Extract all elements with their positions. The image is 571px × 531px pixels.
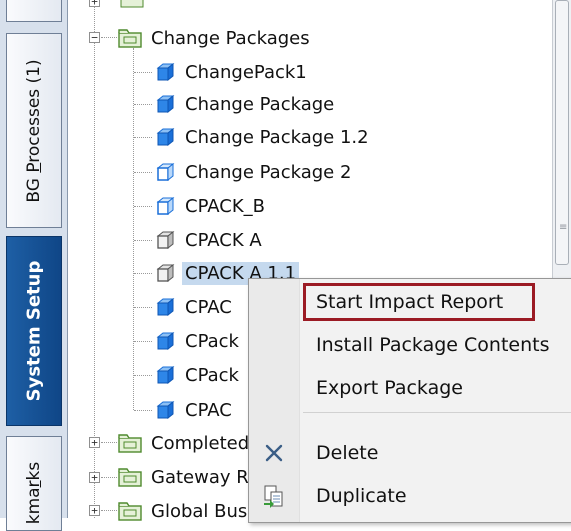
tree-node-label: Change Package 2 (185, 161, 352, 183)
folder-icon (120, 0, 144, 8)
tree-connector (101, 477, 117, 478)
tab-bg-processes-label: BG Processes (1) (24, 58, 44, 203)
tree-connector (134, 206, 152, 207)
package-blue-icon (156, 365, 175, 385)
package-gray-icon (156, 263, 175, 283)
duplicate-icon (264, 485, 283, 508)
tree-node-label: CPAC (185, 296, 232, 318)
tree-node-package[interactable]: CPack (154, 325, 242, 357)
tree-node-package[interactable]: Change Package 2 (154, 156, 354, 188)
folder-icon (118, 502, 142, 521)
vertical-tab-strip: BG Processes (1) System Setup kmarks (0, 0, 68, 531)
menu-item-export-package[interactable]: Export Package (249, 368, 571, 408)
tree-connector (101, 442, 117, 443)
menu-item-duplicate[interactable]: Duplicate (249, 476, 571, 516)
tree-node-package[interactable]: CPack (154, 359, 242, 391)
package-blue-icon (156, 196, 175, 216)
menu-item-label: Duplicate (316, 485, 407, 507)
tree-node-package[interactable]: Change Package 1.2 (154, 121, 372, 153)
tree-node-label: Gateway R (151, 466, 249, 488)
tree-node-package[interactable]: CPAC (154, 394, 235, 426)
tree-node-folder[interactable]: Completed (118, 427, 252, 459)
tree-node-label: CPAC (185, 399, 232, 421)
tab-top-partial[interactable] (6, 0, 62, 22)
tree-connector (134, 137, 152, 138)
tree-node-label: Change Packages (151, 27, 310, 49)
menu-item-label: Export Package (316, 377, 463, 399)
tab-bookmarks-label: kmarks (24, 461, 44, 525)
tree-node-label: CPACK A (185, 229, 262, 251)
tree-node-label: Global Bus (151, 500, 248, 522)
package-blue-icon (156, 94, 175, 114)
tree-node-package[interactable]: Change Package (154, 88, 337, 120)
tree-connector (134, 410, 152, 411)
tree-node-label: Change Package (185, 93, 335, 115)
tab-bookmarks[interactable]: kmarks (6, 436, 62, 531)
delete-x-icon (265, 444, 283, 462)
tree-node-package[interactable]: CPACK A (154, 224, 265, 256)
scrollbar-thumb[interactable]: ≡ (555, 0, 569, 265)
expander-plus[interactable]: + (89, 437, 100, 448)
tree-connector (101, 510, 117, 511)
tree-node-change-packages[interactable]: Change Packages (118, 22, 313, 54)
tree-connector (134, 172, 152, 173)
folder-icon (118, 468, 142, 487)
package-blue-icon (156, 331, 175, 351)
tree-node-package[interactable]: ChangePack1 (154, 56, 310, 88)
context-menu: Start Impact Report Install Package Cont… (248, 278, 571, 523)
package-blue-icon (156, 297, 175, 317)
tree-node-package[interactable]: CPAC (154, 291, 235, 323)
expander-plus[interactable]: + (89, 0, 100, 7)
tree-node-label: CPACK_B (185, 195, 265, 217)
tree-node-label: CPack (185, 330, 239, 352)
expander-minus[interactable]: − (89, 32, 100, 43)
tree-connector (134, 104, 152, 105)
package-blue-icon (156, 162, 175, 182)
folder-icon (118, 29, 142, 48)
tree-connector (134, 273, 152, 274)
tree-node-label: CPack (185, 364, 239, 386)
package-blue-icon (156, 127, 175, 147)
tree-connector (101, 37, 117, 38)
package-blue-icon (156, 62, 175, 82)
tree-connector (134, 240, 152, 241)
tree-connector (134, 72, 152, 73)
menu-item-label: Install Package Contents (316, 334, 550, 356)
menu-item-delete[interactable]: Delete (249, 433, 571, 473)
tree-node-package[interactable]: CPACK_B (154, 190, 268, 222)
folder-icon (118, 434, 142, 453)
scrollbar-grip-icon: ≡ (559, 222, 568, 233)
menu-item-label: Delete (316, 442, 379, 464)
tree-connector (134, 375, 152, 376)
tree-node-label: Completed (151, 432, 250, 454)
menu-item-install-package-contents[interactable]: Install Package Contents (249, 325, 571, 365)
package-blue-icon (156, 400, 175, 420)
highlight-box (303, 283, 535, 321)
tab-bg-processes[interactable]: BG Processes (1) (6, 33, 62, 228)
tree-node-label: Change Package 1.2 (185, 126, 369, 148)
expander-plus[interactable]: + (89, 505, 100, 516)
tab-system-setup[interactable]: System Setup (6, 236, 62, 426)
tree-node-folder[interactable]: Gateway R (118, 461, 252, 493)
tab-system-setup-label: System Setup (23, 260, 45, 402)
tree-node-folder[interactable]: Global Bus (118, 495, 250, 527)
tree-line (133, 48, 134, 410)
menu-separator (303, 412, 571, 413)
expander-plus[interactable]: + (89, 472, 100, 483)
package-gray-icon (156, 230, 175, 250)
tree-connector (134, 307, 152, 308)
tree-connector (134, 341, 152, 342)
tree-node-label: ChangePack1 (185, 61, 307, 83)
